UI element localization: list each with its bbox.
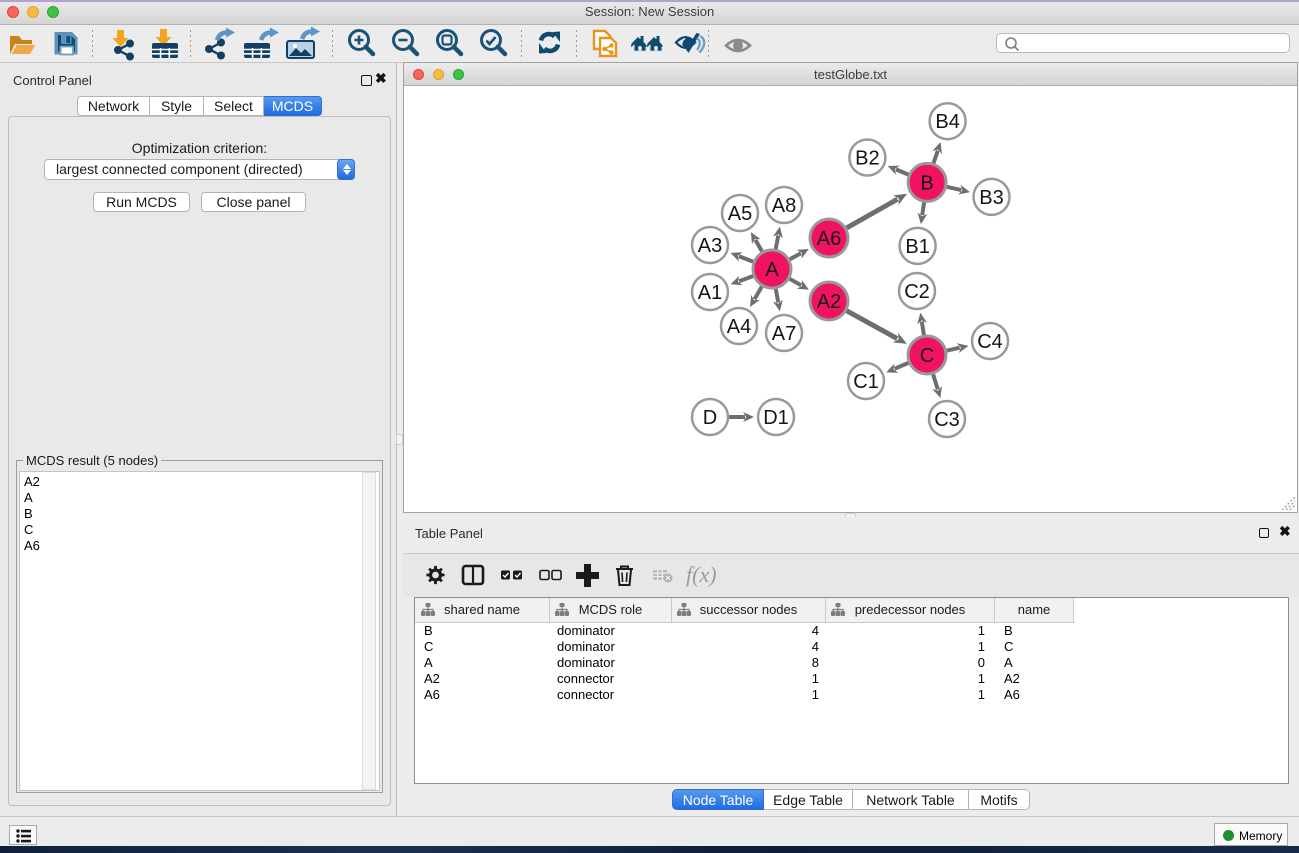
svg-text:B3: B3	[979, 187, 1003, 209]
svg-text:A5: A5	[728, 203, 752, 225]
svg-text:B1: B1	[905, 236, 929, 258]
svg-text:B4: B4	[935, 111, 959, 133]
svg-text:D: D	[703, 407, 717, 429]
svg-text:A4: A4	[727, 316, 751, 338]
svg-text:D1: D1	[763, 407, 789, 429]
svg-text:B: B	[920, 172, 933, 194]
svg-text:C: C	[920, 345, 934, 367]
svg-text:C4: C4	[977, 331, 1003, 353]
svg-text:A: A	[765, 259, 779, 281]
svg-text:A1: A1	[698, 282, 722, 304]
svg-text:C2: C2	[904, 281, 930, 303]
svg-text:C1: C1	[853, 371, 879, 393]
svg-text:A2: A2	[817, 291, 841, 313]
svg-text:C3: C3	[934, 409, 960, 431]
svg-text:A7: A7	[772, 323, 796, 345]
svg-text:f(x): f(x)	[686, 562, 717, 587]
svg-text:A3: A3	[698, 235, 722, 257]
svg-text:A8: A8	[772, 195, 796, 217]
svg-text:A6: A6	[817, 228, 841, 250]
svg-text:B2: B2	[855, 148, 879, 170]
